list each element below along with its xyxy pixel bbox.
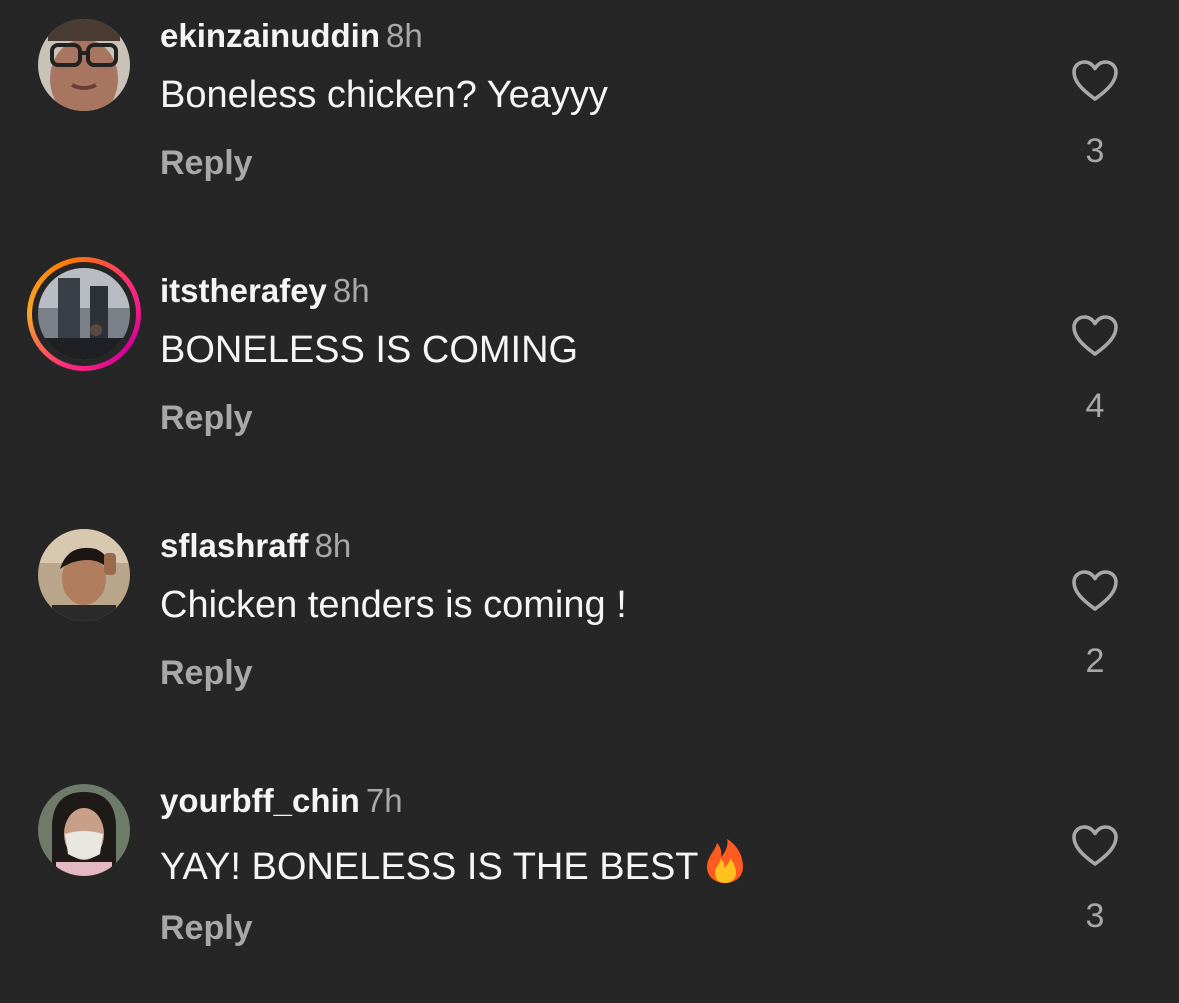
comment-header: ekinzainuddin 8h bbox=[160, 16, 423, 56]
timestamp: 7h bbox=[365, 782, 403, 819]
comment-header: yourbff_chin 7h bbox=[160, 781, 403, 821]
username[interactable]: yourbff_chin bbox=[160, 782, 360, 819]
avatar[interactable] bbox=[38, 19, 130, 111]
like-count: 3 bbox=[1085, 132, 1105, 170]
heart-icon[interactable] bbox=[1071, 569, 1119, 613]
avatar-building-photo-icon bbox=[38, 268, 130, 360]
like-count: 4 bbox=[1085, 387, 1105, 425]
reply-button[interactable]: Reply bbox=[160, 652, 253, 694]
reply-button[interactable]: Reply bbox=[160, 142, 253, 184]
comment-text: Boneless chicken? Yeayyy bbox=[160, 74, 608, 116]
timestamp: 8h bbox=[386, 17, 423, 54]
comment-item: ekinzainuddin 8h Boneless chicken? Yeayyy… bbox=[0, 0, 1179, 255]
comment-text: Chicken tenders is coming ! bbox=[160, 584, 627, 626]
heart-icon[interactable] bbox=[1071, 314, 1119, 358]
comment-text-content: YAY! BONELESS IS THE BEST bbox=[160, 846, 699, 888]
username[interactable]: ekinzainuddin bbox=[160, 17, 380, 54]
comment-text: BONELESS IS COMING bbox=[160, 329, 579, 371]
avatar bbox=[38, 268, 130, 360]
avatar[interactable] bbox=[38, 784, 130, 876]
avatar-young-man-icon bbox=[38, 529, 130, 621]
heart-icon[interactable] bbox=[1071, 59, 1119, 103]
avatar-masked-woman-icon bbox=[38, 784, 130, 876]
comment-text: YAY! BONELESS IS THE BEST bbox=[160, 837, 747, 890]
timestamp: 8h bbox=[332, 272, 370, 309]
username[interactable]: sflashraff bbox=[160, 527, 309, 564]
timestamp: 8h bbox=[314, 527, 352, 564]
comment-header: itstherafey 8h bbox=[160, 271, 370, 311]
comment-header: sflashraff 8h bbox=[160, 526, 351, 566]
reply-button[interactable]: Reply bbox=[160, 907, 253, 949]
avatar-glasses-person-icon bbox=[38, 19, 130, 111]
username[interactable]: itstherafey bbox=[160, 272, 327, 309]
avatar[interactable] bbox=[38, 529, 130, 621]
heart-icon[interactable] bbox=[1071, 824, 1119, 868]
reply-button[interactable]: Reply bbox=[160, 397, 253, 439]
avatar-story-ring[interactable] bbox=[27, 257, 141, 371]
fire-icon bbox=[706, 839, 743, 883]
comment-item: itstherafey 8h BONELESS IS COMING Reply 4 bbox=[0, 255, 1179, 510]
like-count: 2 bbox=[1085, 642, 1105, 680]
like-count: 3 bbox=[1085, 897, 1105, 935]
comment-item: yourbff_chin 7h YAY! BONELESS IS THE BEST… bbox=[0, 765, 1179, 1003]
comment-item: sflashraff 8h Chicken tenders is coming !… bbox=[0, 510, 1179, 765]
